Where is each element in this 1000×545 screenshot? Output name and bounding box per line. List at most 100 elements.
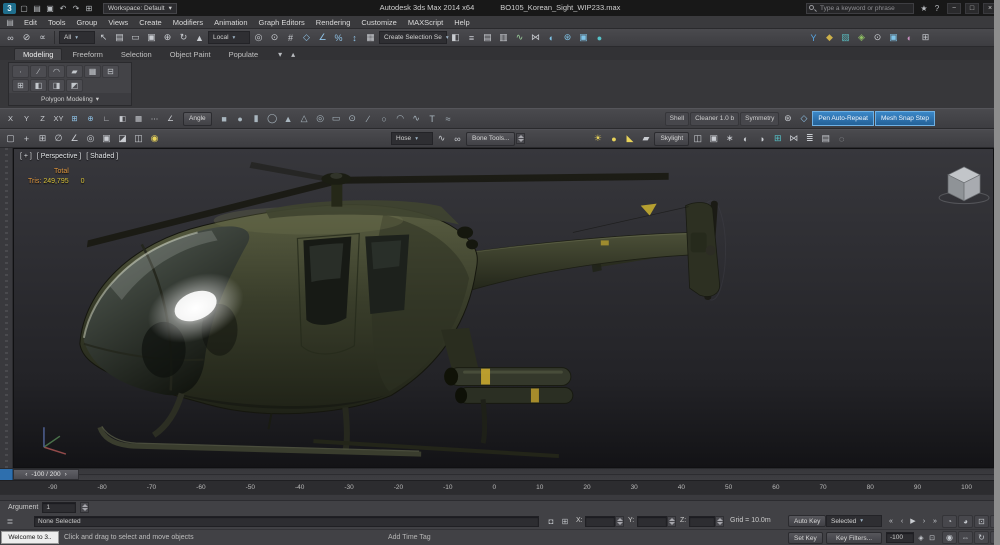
select-and-move-icon[interactable]: ⊕	[160, 30, 175, 45]
reference-coordinate-dropdown[interactable]: Local ▾	[208, 31, 250, 44]
search-input[interactable]	[806, 2, 914, 14]
menu-group[interactable]: Group	[76, 18, 97, 27]
pan-view-icon[interactable]: ⇔	[958, 531, 973, 544]
tab-freeform[interactable]: Freeform	[64, 49, 110, 60]
torus-primitive-icon[interactable]: ◯	[265, 111, 280, 126]
plane-primitive-icon[interactable]: ▭	[329, 111, 344, 126]
z-spinner[interactable]	[715, 516, 724, 527]
time-configuration-icon[interactable]: ⊡	[927, 532, 937, 544]
viewport-pov-menu[interactable]: [ Perspective ]	[37, 153, 81, 160]
polygon-modeling-label[interactable]: Polygon Modeling ▾	[9, 93, 131, 105]
snap-magnet-icon[interactable]: ◇	[796, 111, 811, 126]
bone-size-spinner[interactable]	[516, 133, 526, 144]
point-helper-icon[interactable]: +	[19, 131, 34, 146]
zoom-all-icon[interactable]: ◕	[958, 515, 973, 528]
polar-snap-icon[interactable]: ⊕	[83, 111, 98, 126]
array-tool-icon[interactable]: ▦	[131, 111, 146, 126]
restrict-plane-icon[interactable]: XY	[51, 111, 66, 126]
scene-explorer-icon[interactable]: ▤	[818, 131, 833, 146]
menu-views[interactable]: Views	[108, 18, 128, 27]
isolate-selection-icon[interactable]: ◌	[834, 131, 849, 146]
bind-to-space-warp-icon[interactable]: ∝	[35, 30, 50, 45]
symmetry-button[interactable]: Symmetry	[740, 111, 780, 126]
circle-shape-icon[interactable]: ○	[377, 111, 392, 126]
community-icon[interactable]: ★	[918, 2, 930, 14]
box-primitive-icon[interactable]: ■	[217, 111, 232, 126]
z-coordinate-field[interactable]	[689, 516, 715, 527]
next-frame-icon[interactable]: ›	[919, 515, 929, 527]
spot-light-icon[interactable]: ◣	[622, 131, 637, 146]
viewport[interactable]: [ + ] [ Perspective ] [ Shaded ] Total Tri…	[13, 148, 994, 468]
max-logo-icon[interactable]: 3	[3, 2, 16, 14]
arc-shape-icon[interactable]: ◠	[393, 111, 408, 126]
element-mode-icon[interactable]: ▦	[84, 64, 101, 78]
tab-selection[interactable]: Selection	[113, 49, 160, 60]
selection-region-icon[interactable]: ▭	[128, 30, 143, 45]
select-and-rotate-icon[interactable]: ↻	[176, 30, 191, 45]
time-slider-track[interactable]	[79, 469, 994, 480]
zoom-extents-icon[interactable]: ⊡	[974, 515, 989, 528]
snap-grid-icon[interactable]: ⊞	[67, 111, 82, 126]
menu-graph-editors[interactable]: Graph Editors	[259, 18, 305, 27]
container-icon[interactable]: ▣	[99, 131, 114, 146]
help-icon[interactable]: ?	[931, 2, 943, 14]
select-object-icon[interactable]: ↖	[96, 30, 111, 45]
restrict-x-icon[interactable]: X	[3, 111, 18, 126]
select-by-name-icon[interactable]: ▤	[112, 30, 127, 45]
absolute-mode-icon[interactable]: ⊞	[559, 515, 571, 527]
orbit-view-icon[interactable]: ↻	[974, 531, 989, 544]
preview-subobj-icon[interactable]: ⊟	[102, 64, 119, 78]
set-key-button[interactable]: Set Key	[788, 532, 823, 544]
play-animation-icon[interactable]: ▶	[908, 515, 918, 527]
angle-snap-icon[interactable]: ∠	[315, 30, 330, 45]
spline-ik-icon[interactable]: ∿	[434, 131, 449, 146]
percent-snap-icon[interactable]: %	[331, 30, 346, 45]
video-post-icon[interactable]: ⋈	[786, 131, 801, 146]
named-selection-dropdown[interactable]: Create Selection Se ▾	[379, 31, 449, 44]
parameter-wire-icon[interactable]: ∞	[450, 131, 465, 146]
unlink-selection-icon[interactable]: ⊘	[19, 30, 34, 45]
key-mode-toggle-icon[interactable]: ◈	[916, 532, 926, 544]
curve-editor-icon[interactable]: ∿	[512, 30, 527, 45]
use-pivot-center-icon[interactable]: ◎	[251, 30, 266, 45]
pin-stack-icon[interactable]: ⊞	[12, 78, 29, 92]
y-spinner[interactable]	[667, 516, 676, 527]
text-shape-icon[interactable]: T	[425, 111, 440, 126]
rendered-frame-icon[interactable]: ▣	[576, 30, 591, 45]
undo-icon[interactable]: ↶	[57, 2, 69, 14]
area-light-icon[interactable]: ▰	[638, 131, 653, 146]
measure-angle-icon[interactable]: ∠	[163, 111, 178, 126]
x-coordinate-field[interactable]	[585, 516, 615, 527]
cleaner-button[interactable]: Cleaner 1.0 b	[690, 111, 740, 126]
listener-icon[interactable]: ≣	[4, 515, 16, 527]
render-production-icon[interactable]: ●	[592, 30, 607, 45]
render-setup-icon[interactable]: ⊛	[560, 30, 575, 45]
cone-primitive-icon[interactable]: ▲	[281, 111, 296, 126]
keyboard-override-icon[interactable]: #	[283, 30, 298, 45]
x-spinner[interactable]	[615, 516, 624, 527]
menu-help[interactable]: Help	[454, 18, 469, 27]
edge-mode-icon[interactable]: ∕	[30, 64, 47, 78]
state-sets-icon[interactable]: ≣	[802, 131, 817, 146]
zoom-icon[interactable]: ◔	[942, 515, 957, 528]
ribbon-minimize-icon[interactable]: ▴	[287, 48, 299, 60]
align-icon[interactable]: ≡	[464, 30, 479, 45]
edit-poly-mode-icon[interactable]: ◨	[48, 78, 65, 92]
field-of-view-icon[interactable]: ◉	[942, 531, 957, 544]
light-lister-icon[interactable]: ◉	[147, 131, 162, 146]
welcome-button[interactable]: Welcome to 3..	[1, 531, 59, 544]
minimize-button[interactable]: −	[947, 2, 961, 14]
helix-shape-icon[interactable]: ≈	[441, 111, 456, 126]
selection-filter-dropdown[interactable]: All ▾	[59, 31, 95, 44]
hose-dropdown[interactable]: Hose ▾	[391, 132, 433, 145]
viewport-general-menu[interactable]: [ + ]	[20, 153, 32, 160]
camera-icon[interactable]: ◫	[690, 131, 705, 146]
custom-tool-3-icon[interactable]: ◈	[854, 30, 869, 45]
sphere-primitive-icon[interactable]: ●	[233, 111, 248, 126]
restrict-y-icon[interactable]: Y	[19, 111, 34, 126]
layer-explorer-icon[interactable]: ▤	[480, 30, 495, 45]
redo-icon[interactable]: ↷	[70, 2, 82, 14]
tube-primitive-icon[interactable]: ◎	[313, 111, 328, 126]
edit-named-selections-icon[interactable]: ▦	[363, 30, 378, 45]
spinner-snap-icon[interactable]: ↕	[347, 30, 362, 45]
